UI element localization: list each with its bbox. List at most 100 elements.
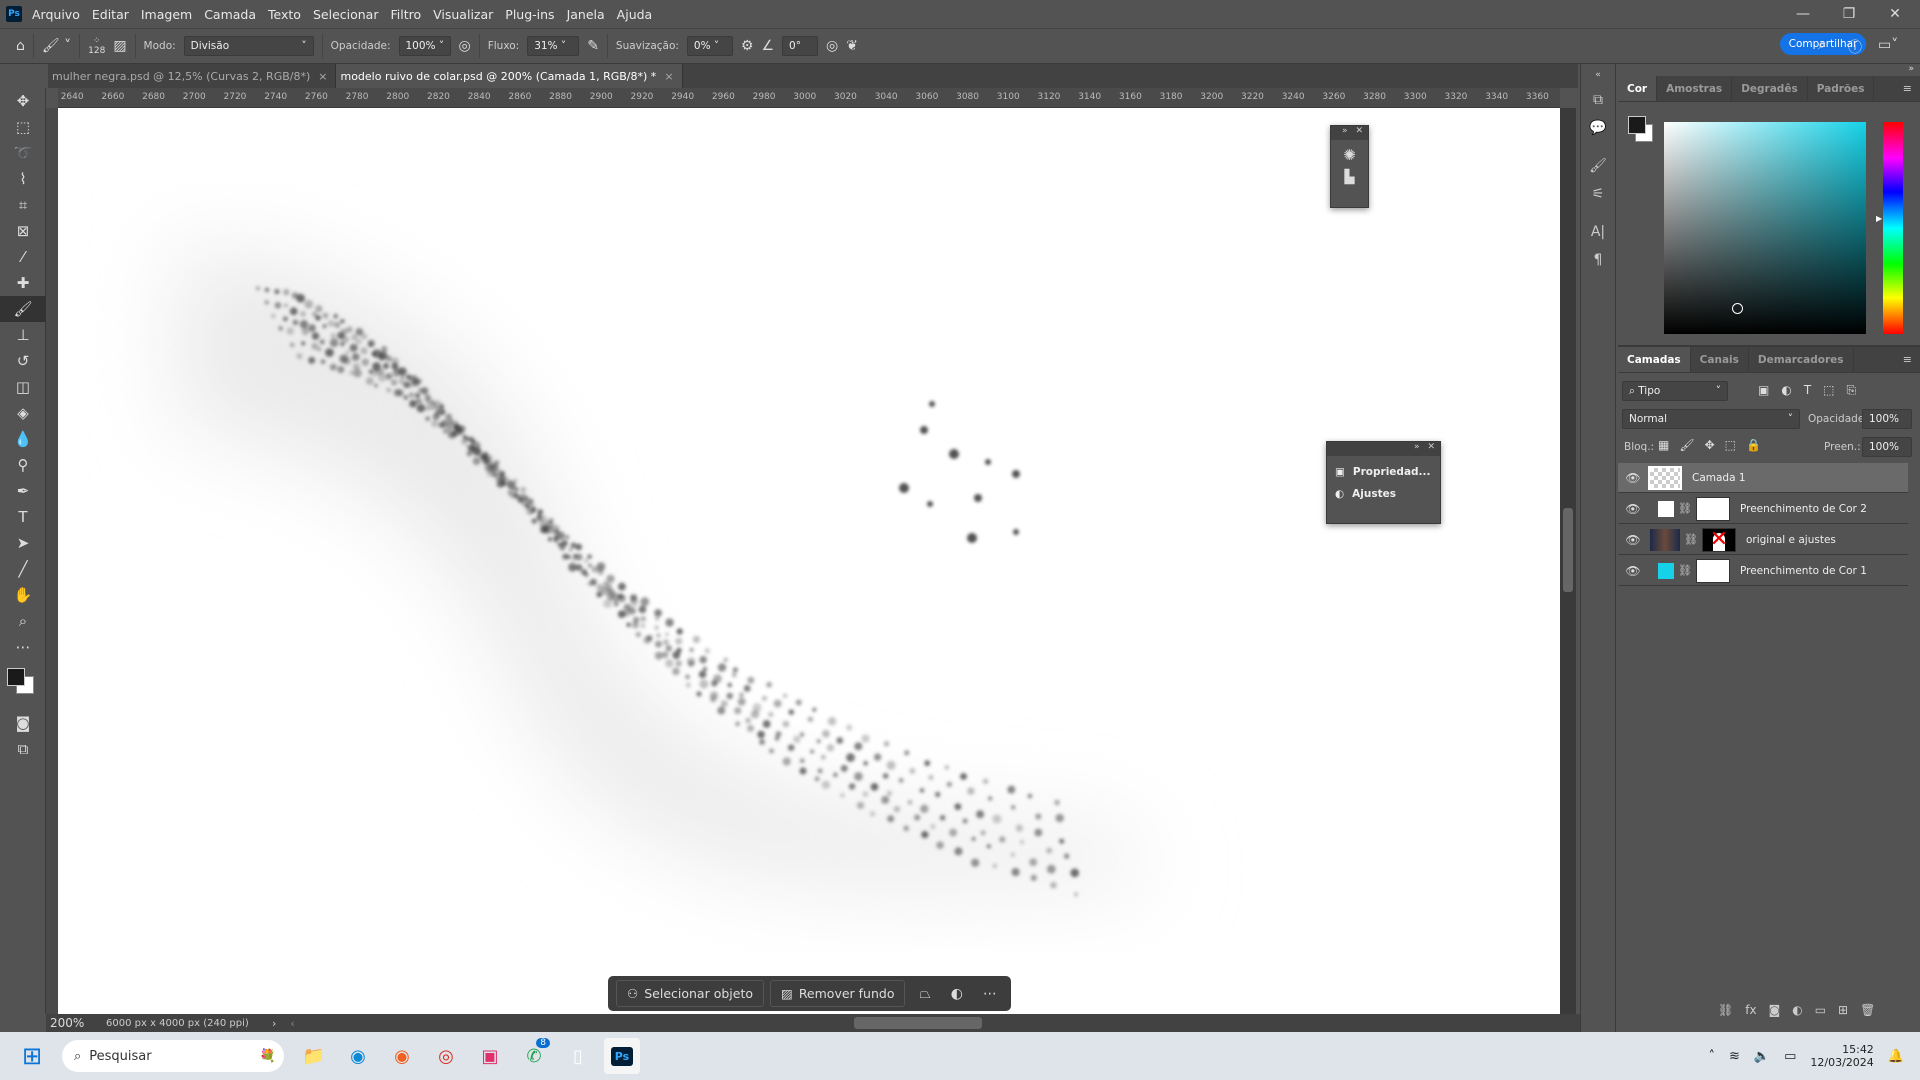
opacity-input[interactable]: 100% ˅ [398, 36, 451, 56]
dodge-tool-icon[interactable]: ⚲ [0, 452, 46, 478]
foreground-color-swatch[interactable] [7, 668, 25, 686]
lock-position-icon[interactable]: ✥ [1705, 438, 1715, 452]
move-tool-icon[interactable]: ✥ [0, 88, 46, 114]
eraser-tool-icon[interactable]: ◫ [0, 374, 46, 400]
angle-input[interactable]: 0° [782, 36, 819, 56]
tab-camadas[interactable]: Camadas [1618, 347, 1691, 372]
panel-menu-icon[interactable]: ≡ [1903, 347, 1920, 372]
close-icon[interactable]: ✕ [1355, 126, 1363, 140]
select-object-button[interactable]: ⚇ Selecionar objeto [616, 980, 764, 1007]
flow-input[interactable]: 31% ˅ [527, 36, 580, 56]
properties-item[interactable]: ▣ Propriedad... [1327, 456, 1440, 478]
home-icon[interactable]: ⌂ [16, 38, 25, 54]
taskbar-search[interactable]: ⌕ Pesquisar 💐 [62, 1040, 284, 1072]
tab-cor[interactable]: Cor [1618, 76, 1658, 101]
windows-start-icon[interactable]: ⊞ [14, 1038, 50, 1074]
new-layer-icon[interactable]: ⊞ [1838, 1003, 1848, 1017]
search-icon[interactable]: ⌕ [1818, 37, 1826, 53]
menu-visualizar[interactable]: Visualizar [433, 7, 493, 22]
eye-icon[interactable]: 👁 [1618, 564, 1648, 578]
histogram-icon[interactable]: ▙ [1331, 170, 1368, 185]
line-tool-icon[interactable]: ╱ [0, 556, 46, 582]
vertical-scrollbar[interactable] [1560, 108, 1576, 1014]
chevron-right-icon[interactable]: › [272, 1017, 276, 1030]
close-icon[interactable]: ✕ [1872, 0, 1918, 28]
chrome-icon[interactable]: ◎ [428, 1038, 464, 1074]
fill-input[interactable]: 100% [1862, 437, 1912, 457]
picker-cursor[interactable] [1732, 303, 1743, 314]
close-icon[interactable]: × [318, 70, 327, 83]
lock-artboard-icon[interactable]: ⬚ [1725, 438, 1736, 452]
tab-canais[interactable]: Canais [1691, 347, 1749, 372]
saturation-brightness-field[interactable] [1664, 122, 1866, 334]
pressure-size-icon[interactable]: ◎ [826, 38, 838, 54]
expand-icon[interactable]: » [1342, 126, 1348, 140]
transform-icon[interactable]: ⏢ [919, 986, 930, 1002]
layer-row[interactable]: 👁 ⛓ ✕ original e ajustes [1618, 525, 1908, 555]
clock[interactable]: 15:42 12/03/2024 [1810, 1043, 1873, 1069]
adjustments-item[interactable]: ◐ Ajustes [1327, 478, 1440, 500]
character-icon[interactable]: A| [1581, 218, 1615, 246]
filter-type-icon[interactable]: T [1804, 383, 1811, 398]
menu-arquivo[interactable]: Arquivo [32, 7, 80, 22]
close-icon[interactable]: ✕ [1427, 442, 1435, 456]
brushes-icon[interactable]: 🖌 [1581, 152, 1615, 180]
comments-icon[interactable]: 💬 [1581, 114, 1615, 142]
menu-camada[interactable]: Camada [204, 7, 256, 22]
layer-row[interactable]: 👁 ⛓ Preenchimento de Cor 2 [1618, 494, 1908, 524]
filter-smart-object-icon[interactable]: ⎘ [1847, 383, 1857, 398]
tab-degrades[interactable]: Degradês [1732, 76, 1808, 101]
marquee-tool-icon[interactable]: ⬚ [0, 114, 46, 140]
layer-filter-select[interactable]: ⌕ Tipo ˅ [1622, 381, 1728, 401]
menu-filtro[interactable]: Filtro [390, 7, 421, 22]
document-canvas[interactable] [58, 108, 1560, 1014]
lock-all-icon[interactable]: 🔒 [1746, 438, 1761, 452]
workspace-icon[interactable]: ▭˅ [1878, 37, 1898, 53]
delete-layer-icon[interactable]: 🗑 [1860, 1003, 1875, 1017]
expand-icon[interactable]: » [1414, 442, 1420, 456]
file-explorer-icon[interactable]: 📁 [296, 1038, 332, 1074]
link-layers-icon[interactable]: ⛓ [1718, 1003, 1733, 1017]
eye-icon[interactable]: 👁 [1618, 502, 1648, 516]
crop-tool-icon[interactable]: ⌗ [0, 192, 46, 218]
blend-mode-select[interactable]: Normal ˅ [1622, 409, 1800, 429]
add-mask-icon[interactable]: ◙ [1769, 1003, 1781, 1017]
layer-opacity-input[interactable]: 100% [1862, 409, 1912, 429]
navigator-icon[interactable]: ✺ [1331, 146, 1368, 164]
frame-tool-icon[interactable]: ⊠ [0, 218, 46, 244]
stamp-tool-icon[interactable]: ⊥ [0, 322, 46, 348]
hue-slider[interactable] [1883, 122, 1903, 334]
layer-row[interactable]: 👁 ⛓ Preenchimento de Cor 1 [1618, 556, 1908, 586]
quick-select-tool-icon[interactable]: ⌇ [0, 166, 46, 192]
close-icon[interactable]: × [664, 70, 673, 83]
paint-bucket-tool-icon[interactable]: ◈ [0, 400, 46, 426]
type-tool-icon[interactable]: T [0, 504, 46, 530]
new-group-icon[interactable]: ▭ [1815, 1003, 1826, 1017]
tab-amostras[interactable]: Amostras [1657, 76, 1733, 101]
tab-mulher-negra[interactable]: mulher negra.psd @ 12,5% (Curvas 2, RGB/… [48, 64, 337, 88]
zoom-level[interactable]: 200% [46, 1016, 106, 1030]
firefox-icon[interactable]: ◉ [384, 1038, 420, 1074]
tab-demarcadores[interactable]: Demarcadores [1749, 347, 1854, 372]
tab-modelo-ruivo[interactable]: modelo ruivo de colar.psd @ 200% (Camada… [336, 64, 683, 88]
help-icon[interactable]: ⓘ [1848, 37, 1862, 57]
airbrush-icon[interactable]: ✎ [587, 38, 599, 54]
brush-tool-icon[interactable]: 🖌 [0, 296, 46, 322]
menu-janela[interactable]: Janela [567, 7, 605, 22]
layer-row[interactable]: 👁 Camada 1 [1618, 463, 1908, 493]
chevron-up-icon[interactable]: ˄ [1709, 1049, 1716, 1064]
edge-icon[interactable]: ◉ [340, 1038, 376, 1074]
smoothing-input[interactable]: 0% ˅ [686, 36, 733, 56]
remove-background-button[interactable]: ▨ Remover fundo [770, 980, 906, 1007]
zoom-tool-icon[interactable]: ⌕ [0, 608, 46, 634]
hand-tool-icon[interactable]: ✋ [0, 582, 46, 608]
horizontal-scrollbar-thumb[interactable] [854, 1017, 982, 1029]
volume-icon[interactable]: 🔈 [1754, 1049, 1770, 1064]
scroll-left-icon[interactable]: ‹ [290, 1017, 294, 1030]
mode-select[interactable]: Divisão ˅ [183, 36, 314, 56]
menu-plugins[interactable]: Plug-ins [505, 7, 554, 22]
menu-editar[interactable]: Editar [92, 7, 129, 22]
healing-brush-tool-icon[interactable]: ✚ [0, 270, 46, 296]
creative-cloud-icon[interactable]: ▣ [472, 1038, 508, 1074]
lock-pixels-icon[interactable]: 🖌 [1679, 438, 1694, 452]
